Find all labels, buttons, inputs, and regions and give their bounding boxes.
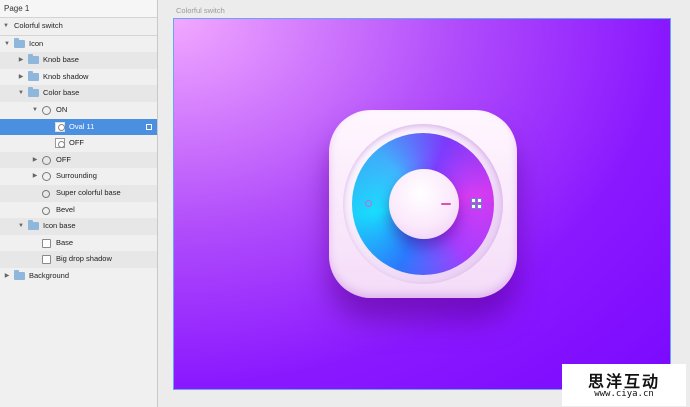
layer-group-on[interactable]: ▼ ON [0, 102, 157, 119]
surrounding-ring [343, 124, 503, 284]
off-indicator-icon [365, 200, 372, 207]
oval-shape-icon [42, 206, 50, 215]
layer-group-icon[interactable]: ▼ Icon [0, 36, 157, 53]
disclosure-closed-icon[interactable]: ▶ [31, 152, 39, 169]
layer-base[interactable]: Base [0, 235, 157, 252]
oval-thumbnail-icon [55, 121, 65, 132]
oval-shape-icon [42, 189, 50, 198]
switch-app-icon[interactable] [329, 110, 517, 298]
folder-icon [14, 37, 25, 48]
layer-artboard-colorful-switch[interactable]: ▼ Colorful switch [0, 18, 157, 36]
disclosure-closed-icon[interactable]: ▶ [17, 52, 25, 69]
layer-super-colorful-base[interactable]: Super colorful base [0, 184, 157, 202]
artboard-colorful-switch[interactable] [173, 18, 671, 390]
artboard-title[interactable]: Colorful switch [176, 6, 225, 15]
oval-shape-icon [42, 172, 51, 182]
oval-shape-icon [42, 155, 51, 165]
watermark-logo: 思洋互动 www.ciya.cn [562, 364, 686, 406]
knob-indicator-line [441, 203, 451, 205]
folder-icon [28, 87, 39, 98]
super-colorful-base [352, 133, 494, 275]
disclosure-open-icon[interactable]: ▼ [17, 85, 25, 102]
layer-bevel[interactable]: Bevel [0, 202, 157, 219]
disclosure-open-icon[interactable]: ▼ [31, 102, 39, 119]
on-indicator-icon [471, 198, 482, 209]
layer-group-icon-base[interactable]: ▼ Icon base [0, 218, 157, 235]
disclosure-closed-icon[interactable]: ▶ [31, 168, 39, 185]
layer-group-color-base[interactable]: ▼ Color base [0, 85, 157, 102]
disclosure-open-icon[interactable]: ▼ [2, 18, 10, 35]
disclosure-closed-icon[interactable]: ▶ [3, 268, 11, 285]
disclosure-closed-icon[interactable]: ▶ [17, 69, 25, 86]
layer-group-off[interactable]: ▶ OFF [0, 151, 157, 169]
disclosure-open-icon[interactable]: ▼ [17, 218, 25, 235]
layer-oval-11[interactable]: Oval 11 [0, 118, 157, 136]
folder-icon [28, 70, 39, 81]
disclosure-open-icon[interactable]: ▼ [3, 36, 11, 53]
oval-thumbnail-icon [55, 138, 65, 149]
watermark-url: www.ciya.cn [594, 389, 654, 399]
folder-icon [28, 220, 39, 231]
layer-group-knob-shadow[interactable]: ▶ Knob shadow [0, 69, 157, 86]
layer-off-inner[interactable]: OFF [0, 135, 157, 152]
mask-icon[interactable] [146, 123, 152, 130]
layer-group-surrounding[interactable]: ▶ Surrounding [0, 168, 157, 185]
layers-sidebar: Page 1 ▼ Colorful switch ▼ Icon ▶ Knob b… [0, 0, 158, 407]
rectangle-shape-icon [42, 255, 51, 265]
folder-icon [28, 54, 39, 65]
layer-group-background[interactable]: ▶ Background [0, 268, 157, 285]
folder-icon [14, 269, 25, 280]
page-selector[interactable]: Page 1 [0, 0, 157, 18]
switch-knob[interactable] [389, 169, 459, 239]
layer-big-drop-shadow[interactable]: Big drop shadow [0, 251, 157, 268]
canvas[interactable]: Colorful switch [159, 0, 690, 407]
rectangle-shape-icon [42, 238, 51, 248]
layer-group-knob-base[interactable]: ▶ Knob base [0, 52, 157, 69]
oval-shape-icon [42, 105, 51, 115]
